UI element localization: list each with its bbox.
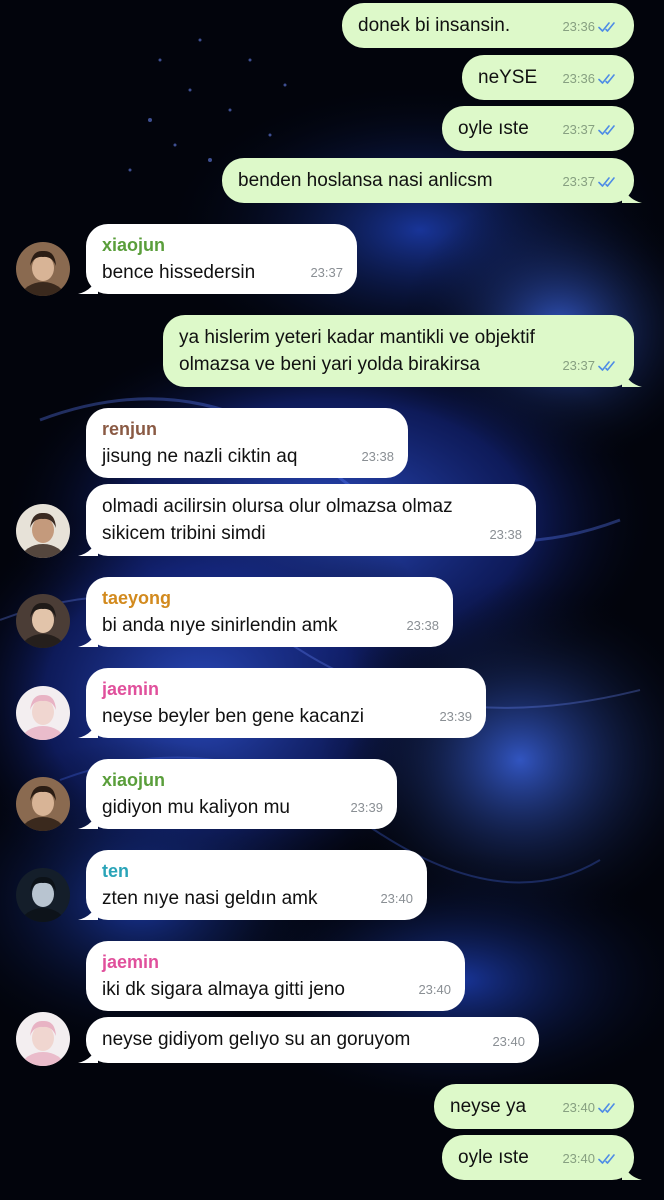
message-text: neyse gidiyom gelıyo su an goruyom	[102, 1029, 411, 1050]
double-check-icon	[598, 73, 620, 85]
message-meta: 23:40	[380, 885, 413, 912]
outgoing-message-bubble[interactable]: oyle ıste 23:37	[442, 106, 634, 151]
sender-name[interactable]: jaemin	[102, 677, 470, 701]
message-meta: 23:40	[418, 976, 451, 1003]
bubble-tail	[622, 367, 642, 387]
double-check-icon	[598, 360, 620, 372]
outgoing-message-bubble[interactable]: benden hoslansa nasi anlicsm 23:37	[222, 158, 642, 203]
incoming-message-bubble[interactable]: xiaojun bence hissedersin 23:37	[78, 224, 357, 294]
message-meta: 23:36	[562, 13, 620, 40]
avatar-renjun[interactable]	[16, 504, 70, 558]
message-time: 23:37	[562, 174, 595, 189]
message-time: 23:37	[310, 265, 343, 280]
message-meta: 23:40	[562, 1094, 620, 1121]
message-time: 23:40	[418, 982, 451, 997]
incoming-message-bubble[interactable]: xiaojun gidiyon mu kaliyon mu 23:39	[78, 759, 397, 829]
sender-name[interactable]: jaemin	[102, 950, 449, 974]
outgoing-message-bubble[interactable]: neYSE 23:36	[462, 55, 634, 100]
bubble-tail	[78, 536, 98, 556]
bubble-tail	[622, 183, 642, 203]
outgoing-message-bubble[interactable]: donek bi insansin. 23:36	[342, 3, 634, 48]
message-meta: 23:38	[361, 443, 394, 470]
message-time: 23:39	[350, 800, 383, 815]
message-time: 23:40	[380, 891, 413, 906]
message-meta: 23:36	[562, 65, 620, 92]
incoming-message-bubble[interactable]: neyse gidiyom gelıyo su an goruyom 23:40	[78, 1017, 539, 1063]
message-meta: 23:40	[562, 1145, 620, 1172]
outgoing-message-bubble[interactable]: neyse ya 23:40	[434, 1084, 634, 1129]
message-meta: 23:38	[406, 612, 439, 639]
incoming-message-bubble[interactable]: jaemin iki dk sigara almaya gitti jeno 23:…	[86, 941, 465, 1011]
message-time: 23:40	[562, 1151, 595, 1166]
bubble-tail	[78, 1043, 98, 1063]
message-text: olmadi acilirsin olursa olur olmazsa olm…	[102, 496, 453, 544]
message-time: 23:40	[492, 1034, 525, 1049]
message-meta: 23:37	[310, 259, 343, 286]
sender-name[interactable]: xiaojun	[102, 233, 341, 257]
message-text: iki dk sigara almaya gitti jeno	[102, 979, 345, 1000]
avatar-xiaojun[interactable]	[16, 777, 70, 831]
sender-name[interactable]: renjun	[102, 417, 392, 441]
sender-name[interactable]: xiaojun	[102, 768, 381, 792]
message-text: jisung ne nazli ciktin aq	[102, 446, 298, 467]
sender-name[interactable]: ten	[102, 859, 411, 883]
message-time: 23:38	[361, 449, 394, 464]
message-time: 23:40	[562, 1100, 595, 1115]
avatar-jaemin[interactable]	[16, 1012, 70, 1066]
bubble-tail	[78, 274, 98, 294]
message-time: 23:37	[562, 122, 595, 137]
message-text: bence hissedersin	[102, 262, 256, 283]
bubble-tail	[78, 809, 98, 829]
sender-name[interactable]: taeyong	[102, 586, 437, 610]
double-check-icon	[598, 21, 620, 33]
message-meta: 23:37	[562, 116, 620, 143]
incoming-message-bubble[interactable]: jaemin neyse beyler ben gene kacanzi 23:39	[78, 668, 486, 738]
message-meta: 23:38	[489, 521, 522, 548]
double-check-icon	[598, 1153, 620, 1165]
message-text: ya hislerim yeteri kadar mantikli ve obj…	[179, 327, 535, 375]
message-text: zten nıye nasi geldın amk	[102, 888, 318, 909]
double-check-icon	[598, 176, 620, 188]
avatar-xiaojun[interactable]	[16, 242, 70, 296]
message-meta: 23:39	[350, 794, 383, 821]
message-text: neyse beyler ben gene kacanzi	[102, 706, 364, 727]
avatar-jaemin[interactable]	[16, 686, 70, 740]
message-time: 23:37	[562, 358, 595, 373]
message-time: 23:39	[439, 709, 472, 724]
incoming-message-bubble[interactable]: taeyong bi anda nıye sinirlendin amk 23:38	[78, 577, 453, 647]
double-check-icon	[598, 124, 620, 136]
bubble-tail	[78, 900, 98, 920]
message-meta: 23:39	[439, 703, 472, 730]
avatar-ten[interactable]	[16, 868, 70, 922]
bubble-tail	[78, 718, 98, 738]
message-meta: 23:37	[562, 168, 620, 195]
outgoing-message-bubble[interactable]: oyle ıste 23:40	[442, 1135, 642, 1180]
incoming-message-bubble[interactable]: olmadi acilirsin olursa olur olmazsa olm…	[78, 484, 536, 556]
message-time: 23:38	[406, 618, 439, 633]
incoming-message-bubble[interactable]: renjun jisung ne nazli ciktin aq 23:38	[86, 408, 408, 478]
message-text: gidiyon mu kaliyon mu	[102, 797, 290, 818]
message-meta: 23:40	[492, 1028, 525, 1055]
double-check-icon	[598, 1102, 620, 1114]
message-text: bi anda nıye sinirlendin amk	[102, 615, 338, 636]
avatar-taeyong[interactable]	[16, 594, 70, 648]
incoming-message-bubble[interactable]: ten zten nıye nasi geldın amk 23:40	[78, 850, 427, 920]
message-text: benden hoslansa nasi anlicsm	[238, 170, 493, 191]
message-time: 23:38	[489, 527, 522, 542]
message-time: 23:36	[562, 71, 595, 86]
outgoing-message-bubble[interactable]: ya hislerim yeteri kadar mantikli ve obj…	[163, 315, 642, 387]
bubble-tail	[78, 627, 98, 647]
message-time: 23:36	[562, 19, 595, 34]
bubble-tail	[622, 1160, 642, 1180]
message-meta: 23:37	[562, 352, 620, 379]
